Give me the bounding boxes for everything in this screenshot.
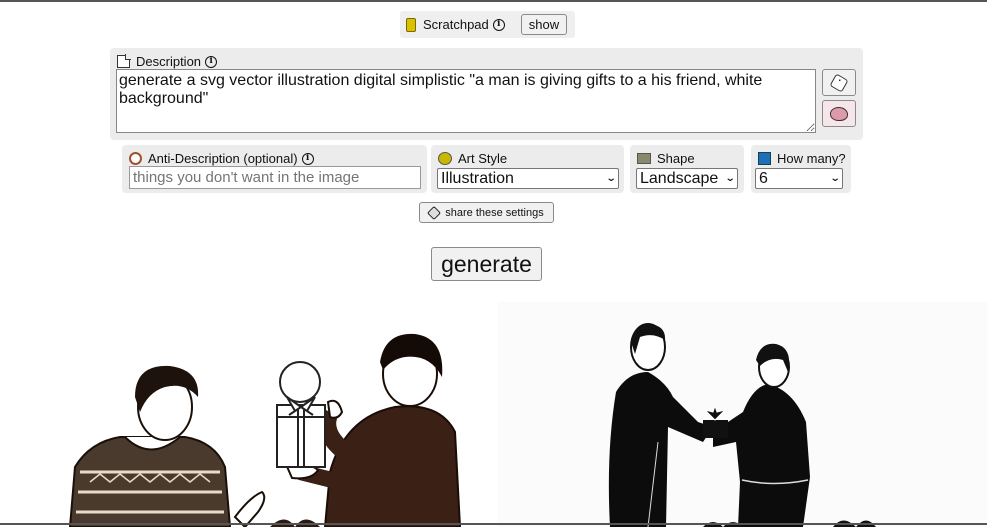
- palette-icon: [438, 152, 452, 165]
- how-many-value: 6: [759, 170, 768, 188]
- description-panel: Description i: [110, 48, 863, 140]
- how-many-label-row: How many?: [758, 151, 846, 166]
- generate-button[interactable]: generate: [431, 247, 542, 281]
- enhance-prompt-button[interactable]: [822, 100, 856, 127]
- result-image-2[interactable]: [498, 302, 987, 527]
- chevron-down-icon: ⌄: [829, 173, 840, 184]
- anti-description-panel: Anti-Description (optional) i: [122, 145, 427, 193]
- chevron-down-icon: ⌄: [724, 173, 735, 184]
- description-label: Description: [136, 54, 201, 69]
- gift-box: [703, 406, 728, 438]
- shape-label-row: Shape: [637, 151, 695, 166]
- result-image-1[interactable]: [0, 302, 494, 527]
- info-icon[interactable]: i: [493, 19, 505, 31]
- anti-description-label: Anti-Description (optional): [148, 151, 298, 166]
- shape-label: Shape: [657, 151, 695, 166]
- chevron-down-icon: ⌄: [605, 173, 616, 184]
- suited-man: [609, 324, 713, 527]
- art-style-select[interactable]: Illustration ⌄: [437, 168, 619, 189]
- random-prompt-button[interactable]: [822, 69, 856, 96]
- anti-description-input[interactable]: [129, 166, 421, 189]
- info-icon[interactable]: i: [205, 56, 217, 68]
- how-many-panel: How many? 6 ⌄: [751, 145, 851, 193]
- anti-description-label-row: Anti-Description (optional) i: [129, 151, 314, 166]
- receiving-man: [70, 366, 264, 527]
- no-entry-icon: [129, 152, 142, 165]
- image-icon: [637, 153, 651, 164]
- gift-box: [277, 362, 325, 467]
- count-icon: [758, 152, 771, 165]
- how-many-label: How many?: [777, 151, 846, 166]
- shape-panel: Shape Landscape ⌄: [630, 145, 744, 193]
- art-style-label-row: Art Style: [438, 151, 507, 166]
- scratchpad-bar: Scratchpad i show: [400, 11, 575, 38]
- brain-icon: [830, 107, 848, 121]
- description-input[interactable]: [116, 69, 816, 133]
- art-style-value: Illustration: [441, 170, 514, 188]
- share-settings-button[interactable]: share these settings: [419, 202, 554, 223]
- notepad-icon: [406, 18, 416, 32]
- how-many-select[interactable]: 6 ⌄: [755, 168, 843, 189]
- info-icon[interactable]: i: [302, 153, 314, 165]
- shape-value: Landscape: [640, 170, 718, 188]
- art-style-panel: Art Style Illustration ⌄: [431, 145, 624, 193]
- share-settings-label: share these settings: [445, 207, 543, 219]
- art-style-label: Art Style: [458, 151, 507, 166]
- note-icon: [117, 55, 130, 68]
- shape-select[interactable]: Landscape ⌄: [636, 168, 738, 189]
- tag-icon: [427, 205, 441, 219]
- gift-exchange-illustration-2: [498, 302, 987, 527]
- scratchpad-label: Scratchpad: [423, 17, 489, 32]
- description-label-row: Description i: [117, 54, 217, 69]
- dice-icon: [829, 73, 848, 92]
- gift-exchange-illustration-1: [0, 302, 494, 527]
- show-scratchpad-button[interactable]: show: [521, 14, 567, 35]
